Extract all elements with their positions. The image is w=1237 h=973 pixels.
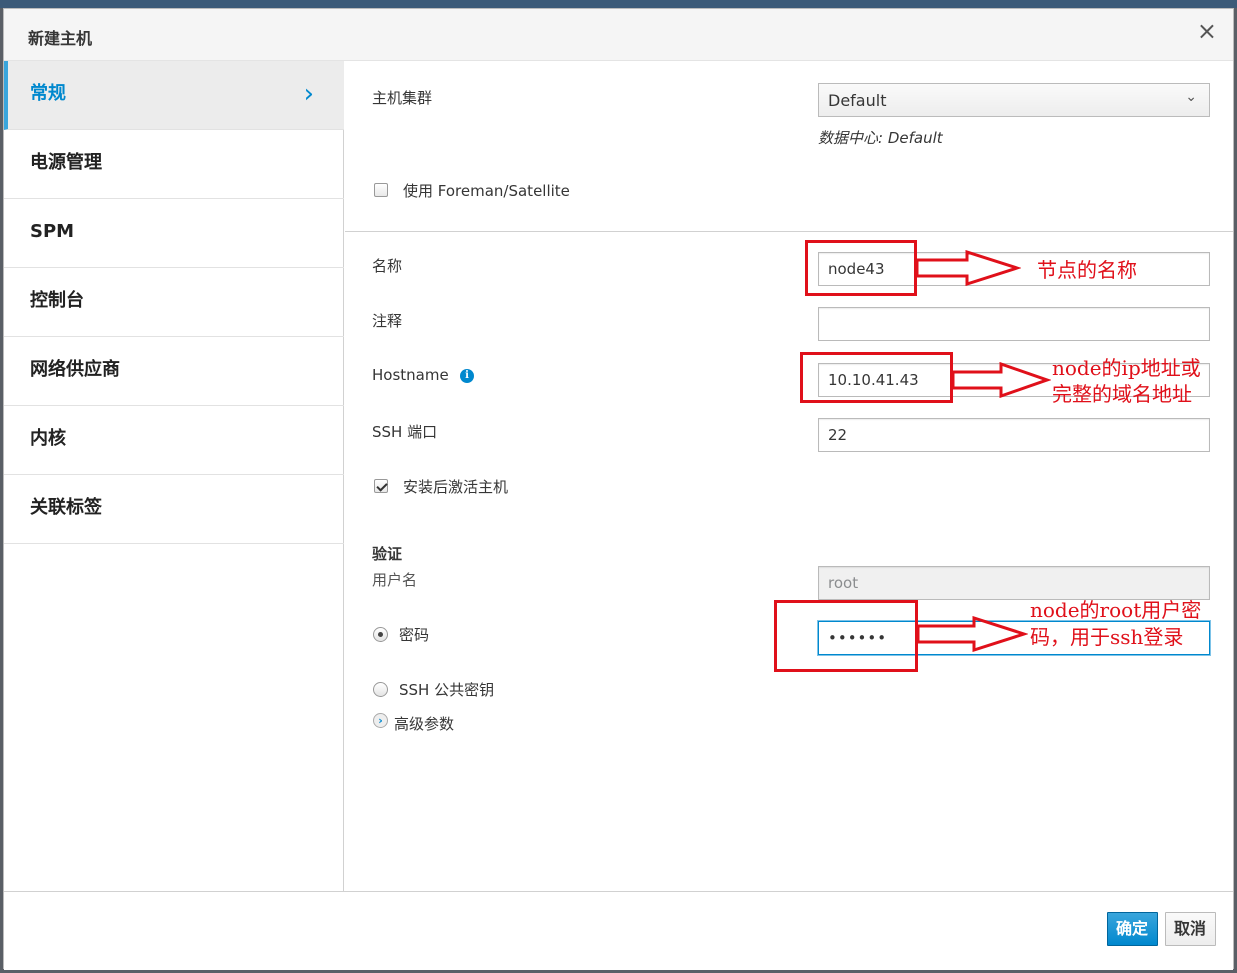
backdrop: [0, 0, 1237, 8]
password-label: 密码: [399, 626, 430, 644]
sidebar-item-affinity-labels[interactable]: 关联标签: [4, 475, 344, 544]
sidebar-item-label: SPM: [30, 221, 75, 242]
annotation-box-password: [774, 600, 918, 672]
sidebar-item-console[interactable]: 控制台: [4, 268, 344, 337]
foreman-checkbox[interactable]: [374, 183, 388, 197]
username-input[interactable]: root: [818, 566, 1210, 600]
auth-heading: 验证: [372, 545, 403, 563]
annotation-box-hostname: [800, 352, 953, 403]
chevron-right-icon: ›: [303, 79, 314, 109]
sidebar-item-label: 常规: [30, 83, 66, 104]
sidebar-item-label: 关联标签: [30, 497, 102, 518]
close-icon[interactable]: ×: [1197, 19, 1217, 43]
annotation-password-note-1: node的root用户密: [1030, 598, 1202, 622]
comment-label: 注释: [372, 312, 403, 330]
ok-button[interactable]: 确定: [1107, 912, 1158, 946]
section-divider: [345, 231, 1233, 232]
dialog-header: 新建主机 ×: [4, 9, 1233, 61]
ssh-port-input[interactable]: 22: [818, 418, 1210, 452]
password-radio[interactable]: [373, 627, 388, 642]
sidebar-item-power-management[interactable]: 电源管理: [4, 130, 344, 199]
sidebar-item-label: 控制台: [30, 290, 84, 311]
sidebar-item-kernel[interactable]: 内核: [4, 406, 344, 475]
sshkey-radio[interactable]: [373, 682, 388, 697]
dialog-title: 新建主机: [28, 29, 93, 48]
comment-input[interactable]: [818, 307, 1210, 341]
activate-label: 安装后激活主机: [403, 478, 509, 496]
ssh-port-label: SSH 端口: [372, 423, 438, 441]
sidebar-item-label: 网络供应商: [30, 359, 120, 380]
activate-checkbox[interactable]: [374, 479, 388, 493]
sidebar-item-label: 内核: [30, 428, 66, 449]
info-icon[interactable]: i: [460, 369, 474, 383]
cluster-select[interactable]: Default ⌄: [818, 83, 1210, 117]
new-host-dialog: 新建主机 × 常规 › 电源管理 SPM 控制台 网络供应商 内核 关联标签 主…: [3, 8, 1234, 970]
dialog-sidebar: 常规 › 电源管理 SPM 控制台 网络供应商 内核 关联标签: [4, 61, 344, 891]
annotation-box-name: [805, 240, 917, 296]
annotation-arrow-icon: [916, 616, 1028, 652]
sshkey-label: SSH 公共密钥: [399, 681, 495, 699]
expand-icon[interactable]: ›: [373, 713, 388, 728]
name-label: 名称: [372, 257, 403, 275]
annotation-hostname-note-1: node的ip地址或: [1052, 356, 1201, 380]
annotation-name-note: 节点的名称: [1037, 258, 1137, 282]
sidebar-item-spm[interactable]: SPM: [4, 199, 344, 268]
dialog-content: 主机集群 Default ⌄ 数据中心: Default 使用 Foreman/…: [345, 61, 1233, 891]
annotation-arrow-icon: [915, 250, 1021, 286]
cluster-label: 主机集群: [372, 89, 433, 107]
sidebar-item-general[interactable]: 常规 ›: [4, 61, 344, 130]
foreman-label: 使用 Foreman/Satellite: [403, 182, 570, 200]
hostname-label: Hostname: [372, 366, 449, 384]
username-label: 用户名: [372, 571, 418, 589]
datacenter-text: 数据中心: Default: [818, 129, 943, 147]
chevron-down-icon: ⌄: [1185, 89, 1197, 105]
annotation-arrow-icon: [951, 362, 1051, 398]
cancel-button[interactable]: 取消: [1165, 912, 1216, 946]
sidebar-item-label: 电源管理: [30, 152, 102, 173]
cluster-select-value: Default: [828, 91, 887, 110]
dialog-footer: 确定 取消: [4, 891, 1233, 970]
annotation-password-note-2: 码，用于ssh登录: [1030, 625, 1184, 649]
sidebar-item-network-provider[interactable]: 网络供应商: [4, 337, 344, 406]
advanced-label[interactable]: 高级参数: [394, 713, 454, 734]
annotation-hostname-note-2: 完整的域名地址: [1052, 382, 1192, 406]
